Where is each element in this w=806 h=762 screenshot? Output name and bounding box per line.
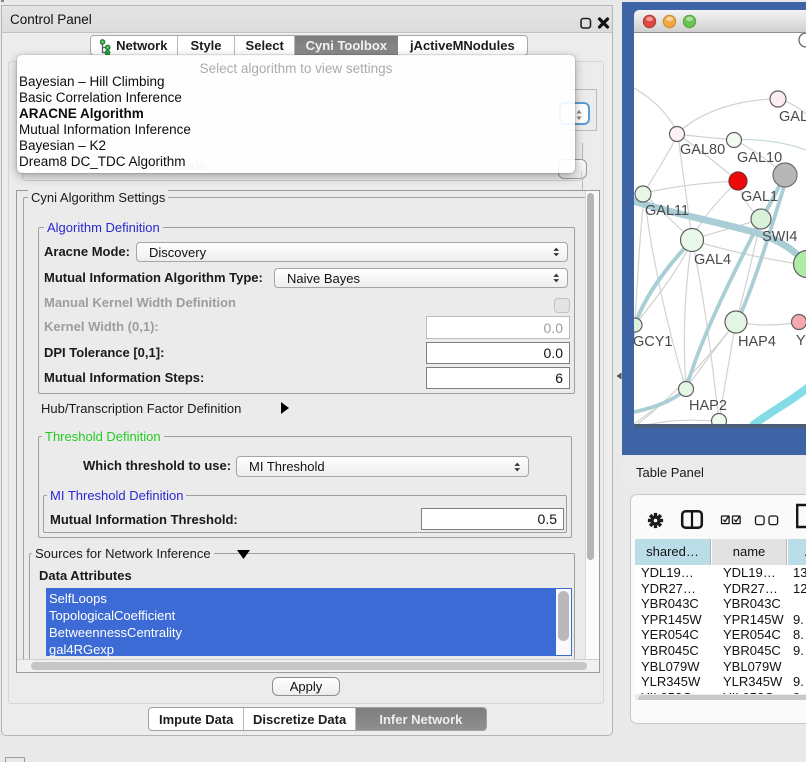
svg-text:GAL4: GAL4 <box>694 252 731 268</box>
svg-text:HAP2: HAP2 <box>689 398 727 414</box>
svg-text:GAL1: GAL1 <box>741 189 778 205</box>
svg-text:HAP4: HAP4 <box>738 334 776 350</box>
svg-text:GAL7: GAL7 <box>779 109 806 125</box>
svg-text:SWI4: SWI4 <box>762 229 797 245</box>
svg-text:GAL11: GAL11 <box>645 203 689 219</box>
svg-text:GAL10: GAL10 <box>737 150 782 166</box>
svg-text:GCY1: GCY1 <box>634 334 673 350</box>
svg-text:GAL80: GAL80 <box>680 142 725 158</box>
svg-text:YD: YD <box>796 333 806 349</box>
